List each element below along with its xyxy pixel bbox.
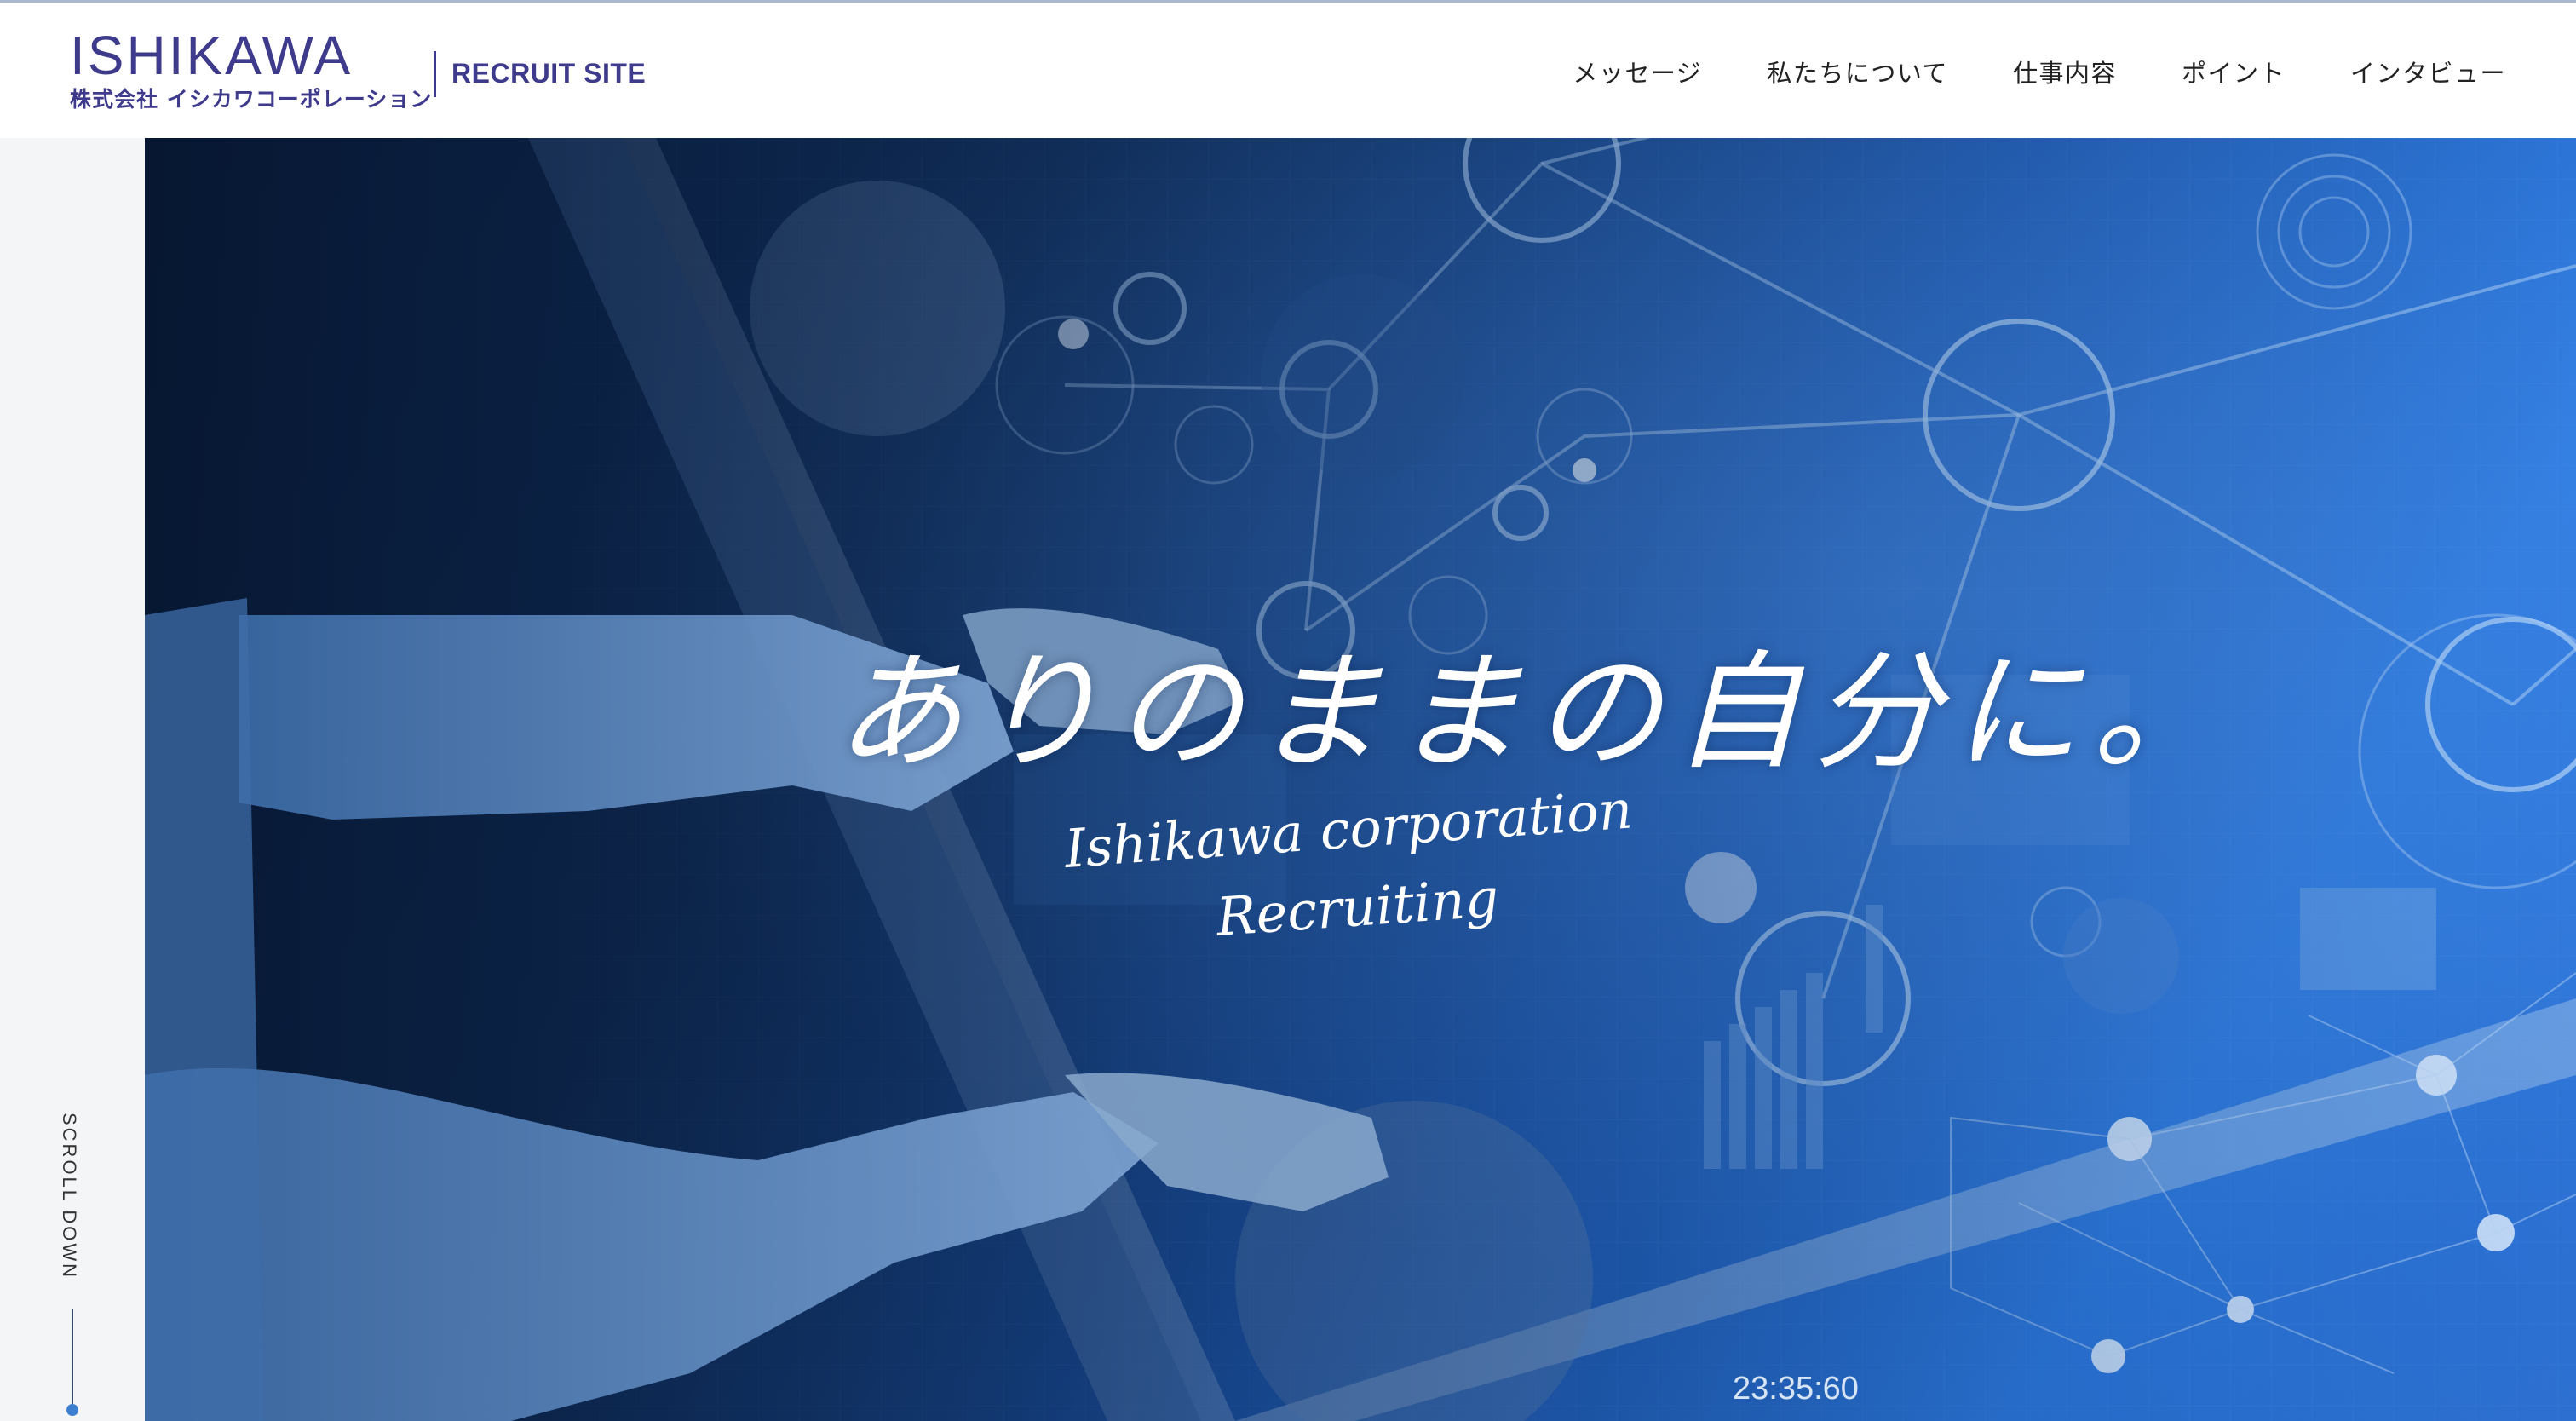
scroll-down-label[interactable]: SCROLL DOWN: [58, 1113, 80, 1280]
scroll-dot-icon: [66, 1404, 78, 1416]
main-nav: メッセージ 私たちについて 仕事内容 ポイント インタビュー: [1573, 54, 2506, 93]
logo-divider: [434, 51, 436, 97]
hero-section: ありのままの自分に。 Ishikawa corporation Recruiti…: [145, 138, 2576, 1421]
company-logo[interactable]: ISHIKAWA 株式会社 イシカワコーポレーション: [70, 25, 431, 118]
nav-item-message[interactable]: メッセージ: [1573, 54, 1702, 93]
site-header: ISHIKAWA 株式会社 イシカワコーポレーション RECRUIT SITE …: [0, 0, 2576, 138]
nav-item-points[interactable]: ポイント: [2182, 54, 2286, 93]
logo-company-name: 株式会社 イシカワコーポレーション: [70, 87, 433, 112]
background-clock-readout: 23:35:60: [1733, 1371, 1859, 1407]
nav-item-about[interactable]: 私たちについて: [1767, 54, 1948, 93]
hero-headline: ありのままの自分に。: [835, 639, 2233, 787]
nav-item-interview[interactable]: インタビュー: [2350, 54, 2506, 93]
scroll-indicator-line: [72, 1309, 73, 1411]
nav-item-work[interactable]: 仕事内容: [2013, 54, 2117, 93]
site-label: RECRUIT SITE: [451, 58, 647, 89]
logo-wordmark: ISHIKAWA: [70, 25, 354, 86]
